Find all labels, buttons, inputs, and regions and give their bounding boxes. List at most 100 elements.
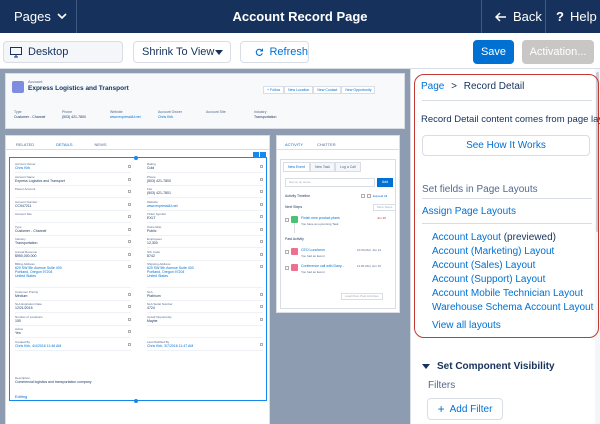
see-how-it-works-button[interactable]: See How It Works (422, 135, 590, 156)
refresh-icon[interactable] (367, 194, 371, 198)
detail-field-value[interactable]: www.expressl&t.net (147, 204, 263, 208)
detail-field-value[interactable]: Chris Kirk, 4/4/2016 11:46 AM (15, 344, 131, 348)
event-title[interactable]: Conference call with Dany... (301, 264, 344, 268)
page-layout-list: Account Layout (previewed) Account (Marke… (432, 231, 593, 315)
back-button[interactable]: Back (495, 0, 542, 33)
page-layout-link[interactable]: Account (Support) Layout (432, 273, 593, 287)
detail-field: SLA Expiration Date 12/21/2015 (15, 302, 131, 313)
highlight-field-value: Transportation (254, 115, 277, 119)
activity-subject-input[interactable]: Get up on some... (285, 178, 375, 187)
highlight-field: Industry Transportation (254, 110, 302, 119)
divider (422, 198, 592, 199)
activity-component[interactable]: ACTIVITY CHATTER New Event New Task Log a C… (276, 135, 400, 313)
detail-field: Rating Cold (147, 162, 263, 173)
address-line[interactable]: United States (15, 274, 131, 278)
pencil-icon[interactable] (260, 252, 263, 256)
pencil-icon[interactable] (128, 252, 131, 256)
breadcrumb: Page > Record Detail (421, 81, 524, 92)
header-action-button[interactable]: New Opportunity (341, 86, 376, 94)
pencil-icon[interactable] (128, 305, 131, 308)
help-button[interactable]: ? Help (556, 0, 597, 33)
task-title[interactable]: Finish new product plans (301, 216, 340, 220)
refresh-button[interactable]: Refresh (240, 41, 309, 63)
address-line[interactable]: United States (147, 274, 263, 278)
pencil-icon[interactable] (128, 342, 131, 346)
activation-button[interactable]: Activation... (522, 40, 594, 64)
pencil-icon[interactable] (260, 227, 263, 231)
highlight-field: Account Site (206, 110, 254, 119)
add-activity-button[interactable]: Add (377, 178, 393, 187)
pencil-icon[interactable] (260, 292, 263, 296)
activity-subtab[interactable]: New Task (309, 162, 336, 172)
pencil-icon[interactable] (260, 342, 263, 346)
pencil-icon[interactable] (260, 165, 263, 168)
pencil-icon[interactable] (128, 177, 131, 181)
breadcrumb-page-link[interactable]: Page (421, 81, 444, 92)
pencil-icon[interactable] (260, 240, 263, 243)
add-filter-button[interactable]: + Add Filter (427, 398, 503, 420)
detail-field-value[interactable]: Chris Kirk, 3/7/2016 11:47 AM (147, 344, 263, 348)
pencil-icon[interactable] (128, 317, 131, 321)
highlight-field-value[interactable]: www.expressl&t.net (110, 115, 158, 119)
event-title[interactable]: CEO Luncheon (301, 248, 325, 252)
header-action-button[interactable]: New Location (284, 86, 314, 94)
pencil-icon[interactable] (128, 240, 131, 243)
record-tabs-component[interactable]: RELATED DETAILS NEWS Account Owner Chris Ki… (5, 135, 270, 424)
resize-handle[interactable] (134, 155, 138, 160)
highlight-field-value[interactable]: Chris Kirk (158, 115, 206, 119)
expand-icon[interactable] (285, 250, 289, 254)
filter-icon[interactable] (361, 194, 365, 198)
caret-down-icon (422, 364, 430, 369)
add-filter-label: Add Filter (449, 403, 493, 415)
page-layout-link[interactable]: Warehouse Schema Account Layout (432, 301, 593, 315)
pencil-icon[interactable] (260, 177, 263, 181)
expand-icon[interactable] (285, 266, 289, 270)
component-visibility-section[interactable]: Set Component Visibility (422, 361, 555, 372)
caret-down-icon (215, 49, 223, 55)
load-more-button[interactable]: Load More Past Activities (341, 293, 383, 300)
pencil-icon[interactable] (260, 202, 263, 206)
description-field: Description Commercial logistics and tra… (15, 376, 262, 384)
task-checkbox[interactable] (285, 218, 289, 222)
detail-field-value[interactable]: Chris Kirk (15, 166, 131, 170)
highlight-field-label: Phone (62, 110, 73, 114)
resize-handle[interactable] (134, 398, 138, 403)
expand-all-link[interactable]: Expand All (373, 194, 387, 198)
editing-link[interactable]: Editing (15, 394, 27, 399)
activity-subtab[interactable]: New Event (283, 162, 310, 172)
pencil-icon[interactable] (128, 190, 131, 193)
zoom-select[interactable]: Shrink To View (133, 41, 231, 63)
pencil-icon[interactable] (128, 215, 131, 218)
assign-page-layouts-link[interactable]: Assign Page Layouts (422, 206, 516, 217)
page-layout-link[interactable]: Account Mobile Technician Layout (432, 287, 593, 301)
page-layout-link[interactable]: Account (Marketing) Layout (432, 245, 593, 259)
pencil-icon[interactable] (128, 265, 131, 268)
delete-icon[interactable] (260, 152, 266, 158)
pencil-icon[interactable] (128, 202, 131, 206)
record-header-component[interactable]: Account Express Logistics and Transport … (5, 73, 405, 129)
pages-menu-button[interactable]: Pages (14, 0, 67, 33)
pencil-icon[interactable] (260, 215, 263, 218)
page-layout-link[interactable]: Account (Sales) Layout (432, 259, 593, 273)
pencil-icon[interactable] (260, 265, 263, 268)
detail-field-value: Cold (147, 166, 155, 170)
page-layout-link[interactable]: Account Layout (previewed) (432, 231, 593, 245)
pencil-icon[interactable] (260, 305, 263, 308)
view-all-layouts-link[interactable]: View all layouts (432, 320, 501, 331)
pencil-icon[interactable] (260, 317, 263, 321)
pencil-icon[interactable] (128, 227, 131, 231)
header-actions: + Follow New Location New Contact New Oppor… (263, 86, 376, 94)
device-selector[interactable]: Desktop (3, 41, 123, 63)
pencil-icon[interactable] (128, 165, 131, 168)
activity-subtabs: New Event New Task Log a Call (283, 162, 361, 172)
more-steps-button[interactable]: More Steps (373, 204, 397, 211)
header-action-button[interactable]: + Follow (263, 86, 285, 94)
activity-subtab[interactable]: Log a Call (335, 162, 361, 172)
activity-timeline-label: Activity Timeline (285, 194, 311, 198)
pencil-icon[interactable] (260, 190, 263, 193)
copy-icon[interactable] (253, 152, 259, 158)
pencil-icon[interactable] (128, 330, 131, 333)
header-action-button[interactable]: New Contact (313, 86, 342, 94)
save-button[interactable]: Save (473, 40, 514, 64)
pencil-icon[interactable] (128, 292, 131, 296)
